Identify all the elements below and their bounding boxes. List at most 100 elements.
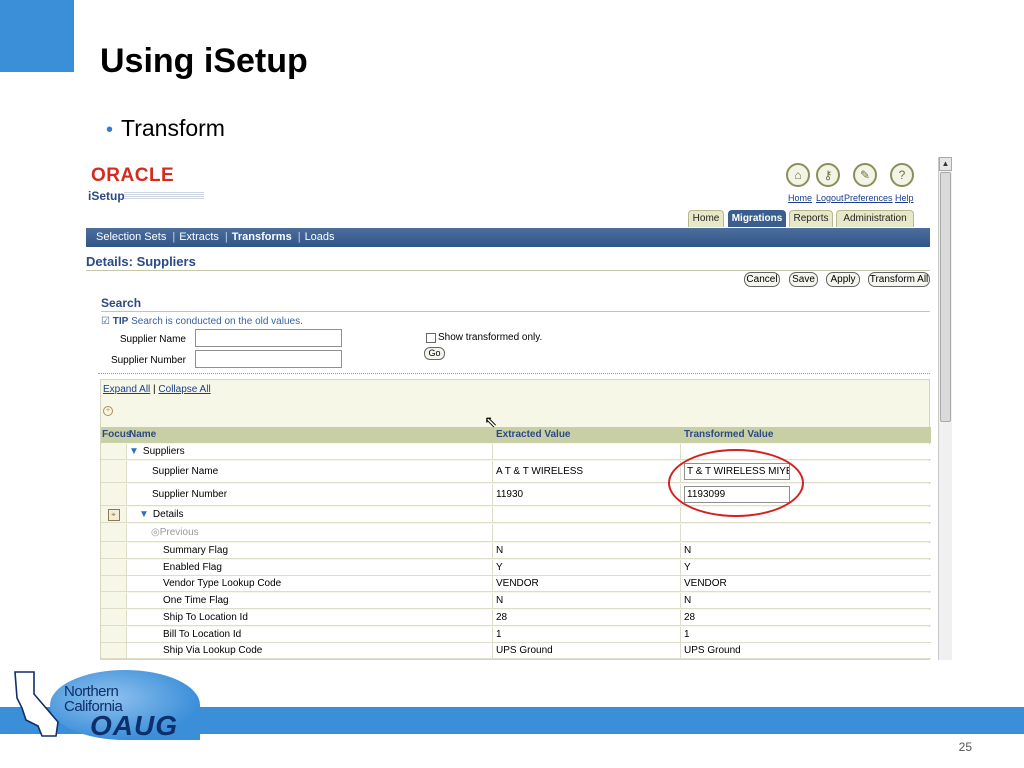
- previous-link[interactable]: Previous: [160, 527, 199, 538]
- subnav-loads[interactable]: Loads: [305, 231, 335, 243]
- title-divider: [86, 270, 930, 271]
- tip-text: Search is conducted on the old values.: [131, 316, 303, 327]
- row-transformed: 1: [684, 628, 690, 640]
- help-link[interactable]: Help: [895, 193, 914, 203]
- preferences-icon[interactable]: ✎: [853, 163, 877, 187]
- row-extracted: 11930: [494, 484, 681, 505]
- bullet-icon: •: [106, 119, 114, 141]
- apply-button[interactable]: Apply: [826, 272, 860, 287]
- table-row: ⌖ ▼ Details: [101, 507, 931, 523]
- focus-icon[interactable]: ⌖: [107, 508, 120, 521]
- supplier-number-input[interactable]: [195, 350, 342, 368]
- go-button[interactable]: Go: [424, 347, 445, 360]
- preferences-link[interactable]: Preferences: [844, 193, 893, 203]
- row-transformed: UPS Ground: [684, 645, 741, 657]
- row-name: Enabled Flag: [127, 559, 493, 575]
- cancel-button[interactable]: Cancel: [744, 272, 780, 287]
- subnav-extracts[interactable]: Extracts: [179, 231, 219, 243]
- row-extracted: VENDOR: [494, 576, 681, 592]
- table-row: ▼ Suppliers: [101, 444, 931, 460]
- tip-icon: ☑: [101, 316, 110, 327]
- bullet-text: Transform: [121, 115, 225, 141]
- row-extracted: 1: [494, 626, 681, 642]
- global-buttons: ⌂ ⚷ ✎ ? Home Logout Preferences Help: [786, 163, 916, 203]
- expand-all-link[interactable]: Expand All: [103, 384, 150, 395]
- product-name: iSetup: [88, 189, 125, 203]
- home-icon[interactable]: ⌂: [786, 163, 810, 187]
- search-divider: [101, 311, 930, 312]
- expanded-triangle-icon[interactable]: ▼: [129, 446, 139, 457]
- tab-administration[interactable]: Administration: [836, 210, 914, 227]
- subnav-transforms[interactable]: Transforms: [232, 231, 292, 243]
- table-row: One Time Flag N N: [101, 593, 931, 610]
- grid-header: Focus Name Extracted Value Transformed V…: [101, 427, 931, 443]
- scroll-up-icon[interactable]: ▲: [939, 157, 952, 171]
- save-button[interactable]: Save: [789, 272, 818, 287]
- sub-navigation: Selection Sets | Extracts | Transforms | Loads: [86, 228, 930, 247]
- mouse-cursor-icon: ⇖: [484, 414, 498, 431]
- supplier-name-label: Supplier Name: [119, 334, 186, 345]
- row-name: Supplier Number: [127, 484, 493, 505]
- previous-icon[interactable]: ◎: [151, 527, 160, 538]
- page-title: Details: Suppliers: [86, 254, 196, 269]
- col-focus: Focus: [102, 429, 132, 440]
- transform-all-button[interactable]: Transform All: [868, 272, 930, 287]
- help-icon[interactable]: ?: [890, 163, 914, 187]
- supplier-number-label: Supplier Number: [110, 355, 186, 366]
- row-extracted: 28: [494, 609, 681, 625]
- supplier-name-input[interactable]: [195, 329, 342, 347]
- slide-bullet: • Transform: [106, 115, 225, 142]
- tab-reports[interactable]: Reports: [789, 210, 833, 227]
- row-name: Vendor Type Lookup Code: [127, 576, 493, 592]
- highlight-annotation: [668, 449, 804, 517]
- table-row: ◎ Previous: [101, 524, 931, 542]
- oracle-logo: ORACLE: [91, 165, 175, 186]
- table-row: Supplier Number 11930 1193099: [101, 484, 931, 506]
- row-transformed: 28: [684, 611, 696, 623]
- hierarchy-grid: Expand All | Collapse All + Focus Name E…: [100, 379, 931, 660]
- table-row: Enabled Flag Y Y: [101, 559, 931, 576]
- row-name: One Time Flag: [127, 593, 493, 609]
- tip-label: TIP: [112, 316, 129, 327]
- expanded-triangle-icon[interactable]: ▼: [139, 509, 149, 520]
- home-link[interactable]: Home: [788, 193, 812, 203]
- table-row: Supplier Name A T & T WIRELESS T & T WIR…: [101, 461, 931, 483]
- table-row: Vendor Type Lookup Code VENDOR VENDOR: [101, 576, 931, 593]
- row-transformed: N: [684, 595, 692, 607]
- tab-home[interactable]: Home: [688, 210, 724, 227]
- page-number: 25: [958, 740, 972, 754]
- show-transformed-label: Show transformed only.: [438, 332, 543, 343]
- col-extracted: Extracted Value: [496, 429, 571, 440]
- row-name: Ship Via Lookup Code: [127, 643, 493, 659]
- tab-migrations[interactable]: Migrations: [728, 210, 786, 227]
- vertical-scrollbar[interactable]: ▲: [938, 157, 952, 660]
- row-name: Supplier Name: [127, 461, 493, 482]
- product-logo-lines: [124, 192, 204, 200]
- table-row: Bill To Location Id 1 1: [101, 626, 931, 643]
- table-row: Summary Flag N N: [101, 543, 931, 559]
- california-map-icon: [14, 671, 59, 737]
- row-name: Summary Flag: [127, 543, 493, 558]
- scroll-thumb[interactable]: [940, 172, 951, 422]
- show-transformed-checkbox[interactable]: [426, 333, 436, 343]
- search-tip: ☑ TIP Search is conducted on the old val…: [101, 316, 303, 327]
- table-row: Ship To Location Id 28 28: [101, 609, 931, 626]
- oaug-logo: Northern California OAUG: [8, 668, 200, 741]
- col-name: Name: [129, 429, 157, 440]
- row-transformed: N: [684, 545, 692, 556]
- row-extracted: Y: [494, 559, 681, 575]
- subnav-selection-sets[interactable]: Selection Sets: [96, 231, 166, 243]
- row-name: Ship To Location Id: [127, 609, 493, 625]
- logout-icon[interactable]: ⚷: [816, 163, 840, 187]
- row-name: Bill To Location Id: [127, 626, 493, 642]
- collapse-all-link[interactable]: Collapse All: [158, 384, 210, 395]
- row-extracted: N: [494, 543, 681, 558]
- section-divider: [98, 373, 930, 374]
- search-title: Search: [101, 296, 142, 310]
- row-transformed: VENDOR: [684, 578, 727, 590]
- logout-link[interactable]: Logout: [816, 193, 844, 203]
- slide-corner-decoration: [0, 0, 74, 72]
- row-extracted: N: [494, 593, 681, 609]
- crosshair-icon[interactable]: +: [103, 406, 113, 416]
- logo-org: OAUG: [90, 710, 178, 741]
